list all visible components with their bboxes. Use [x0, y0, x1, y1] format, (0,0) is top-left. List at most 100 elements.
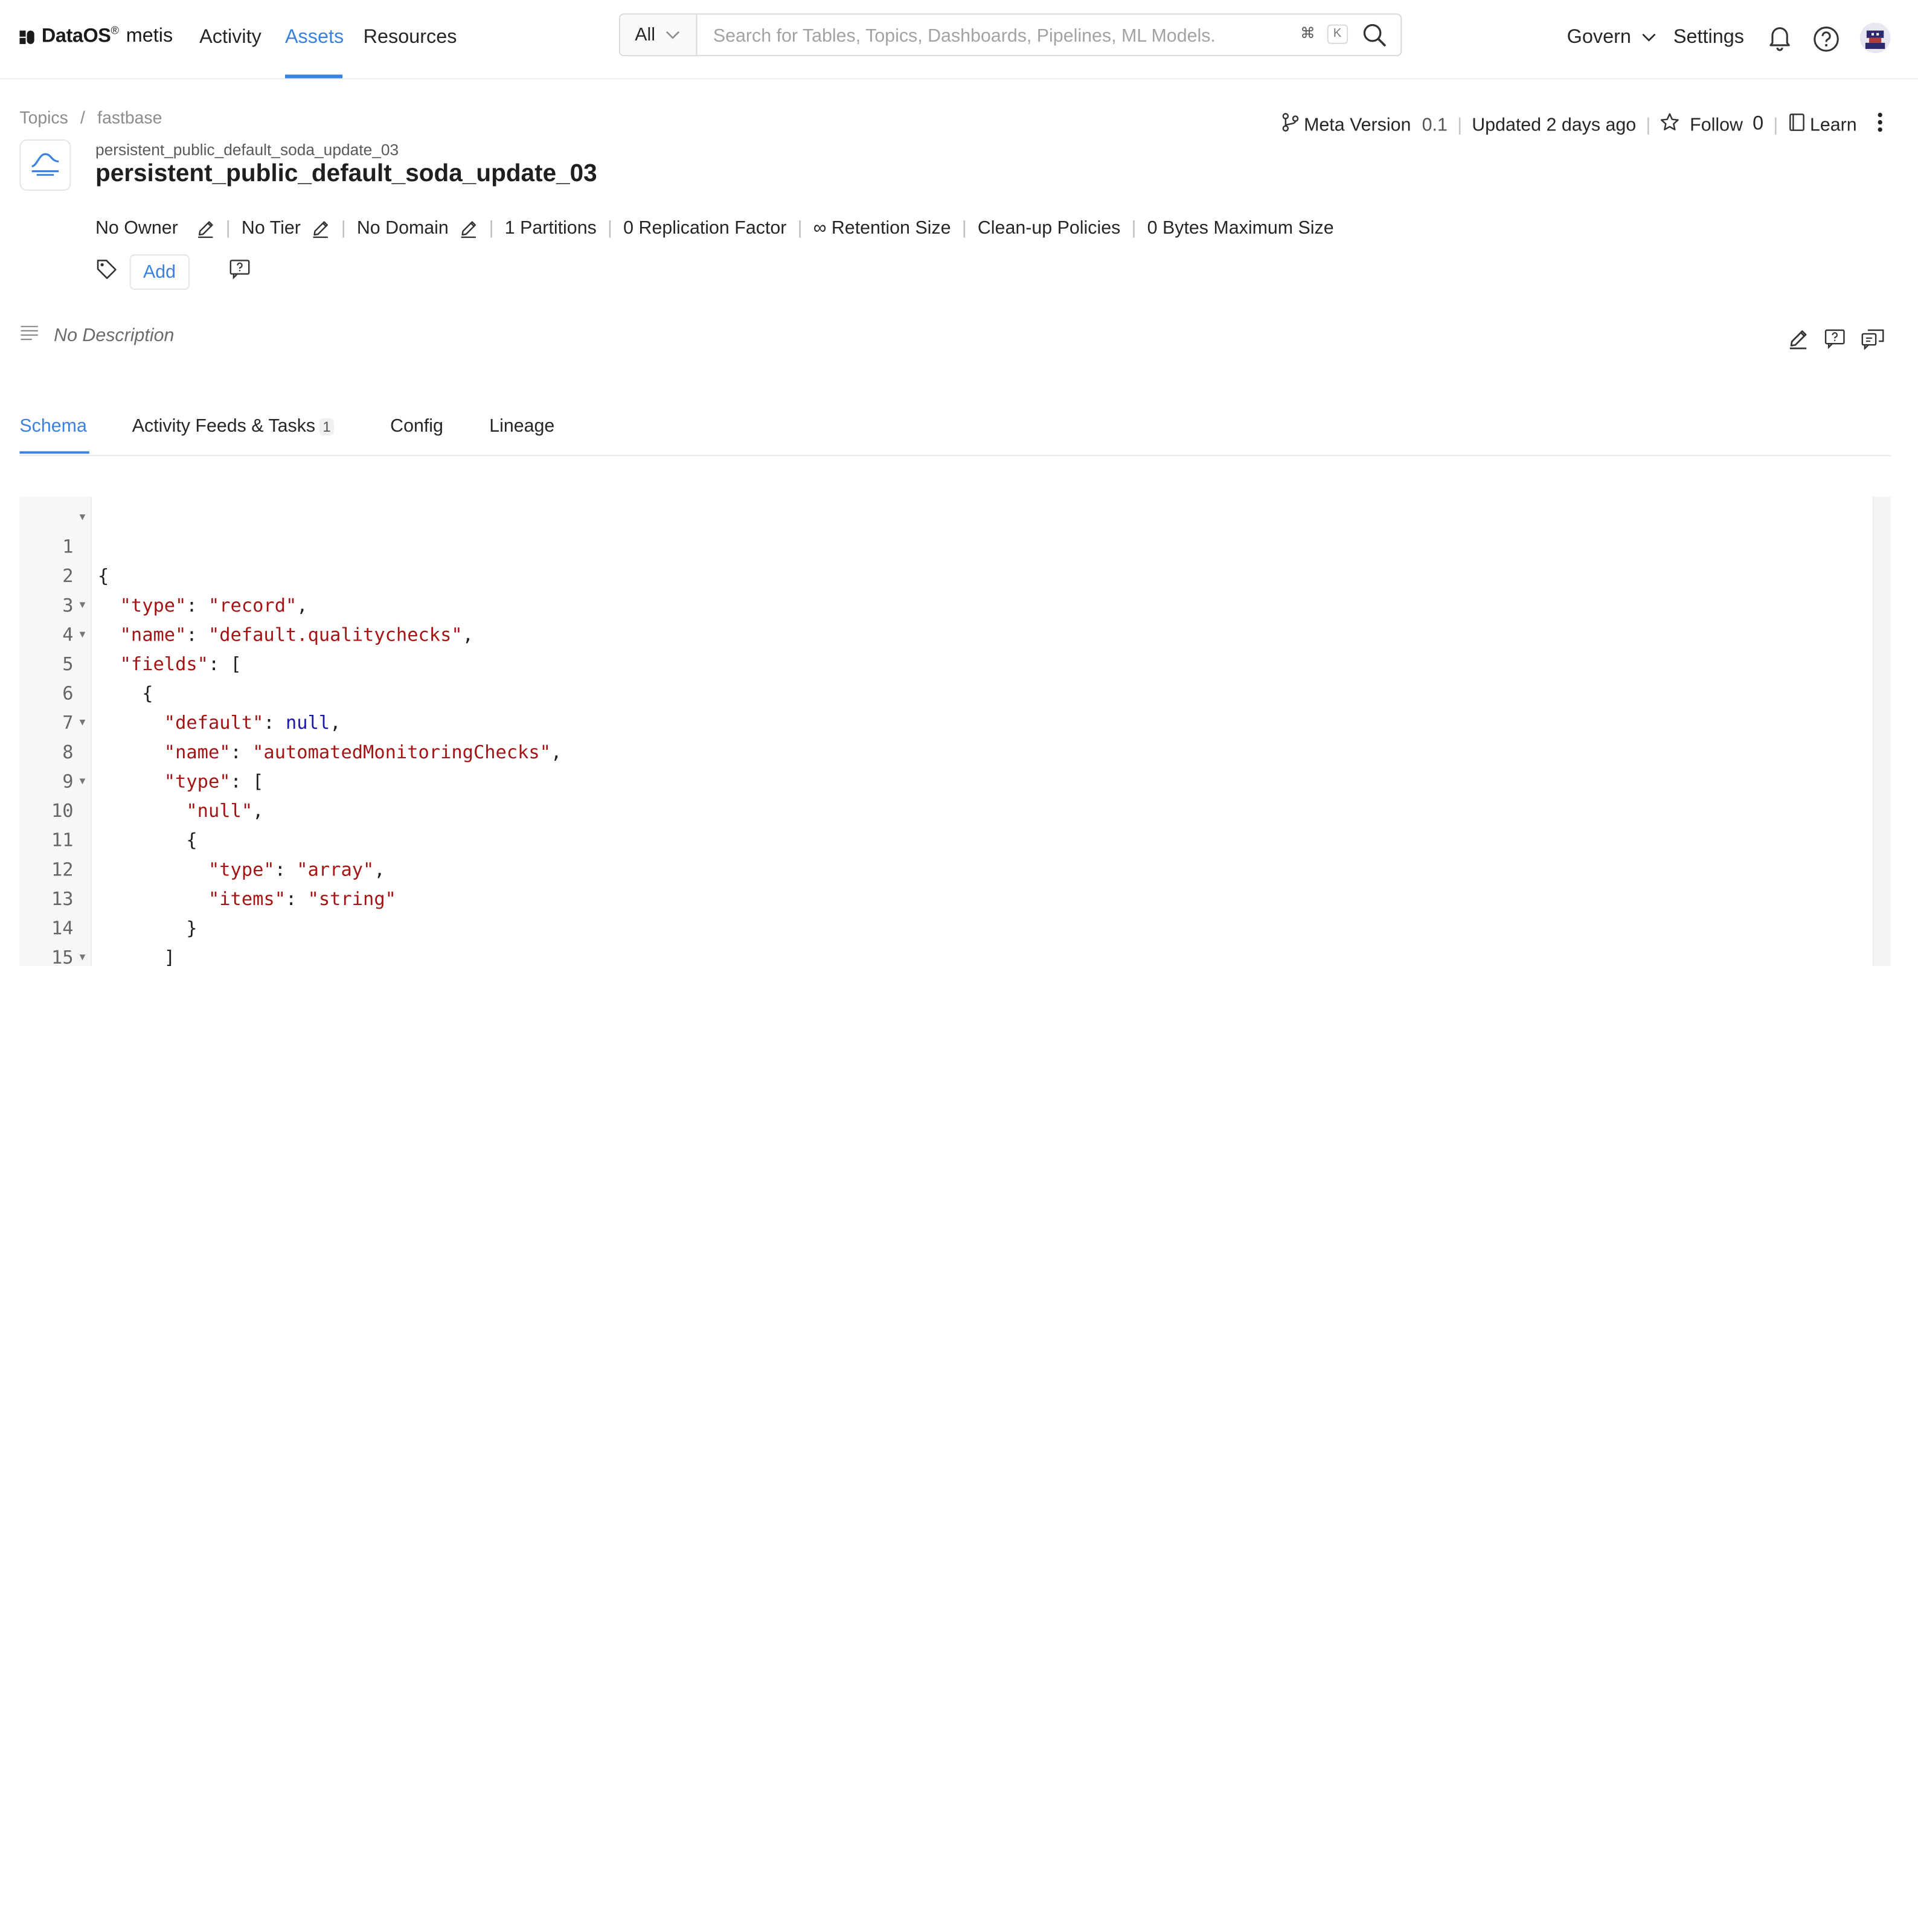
partitions-value: 1 Partitions: [504, 217, 597, 238]
version-button[interactable]: Meta Version 0.1: [1282, 112, 1448, 137]
search-input[interactable]: [698, 14, 1303, 58]
fold-toggle-icon[interactable]: ▼: [80, 708, 86, 738]
learn-button[interactable]: Learn: [1788, 112, 1857, 137]
divider: |: [341, 217, 346, 238]
topic-icon: [19, 139, 71, 191]
code-line: 1 ▼ {: [19, 502, 109, 587]
domain-value: No Domain: [356, 217, 449, 238]
nav-activity[interactable]: Activity: [199, 27, 261, 49]
shortcut-key: K: [1327, 24, 1348, 44]
code-text: "null",: [186, 799, 264, 822]
search-filter-value: All: [635, 24, 656, 45]
owner-value: No Owner: [95, 217, 178, 238]
add-tag-button[interactable]: Add: [129, 254, 190, 290]
request-tag-icon[interactable]: [228, 258, 250, 286]
tab-lineage[interactable]: Lineage: [489, 416, 554, 437]
tab-schema[interactable]: Schema: [19, 416, 86, 437]
code-text: "fields": [: [120, 653, 242, 676]
brand-name: DataOS®: [41, 24, 119, 47]
follow-label: Follow: [1690, 114, 1743, 135]
avatar[interactable]: [1859, 22, 1891, 60]
max-size-value: 0 Bytes Maximum Size: [1147, 217, 1334, 238]
edit-description-icon[interactable]: [1787, 328, 1809, 356]
tab-config[interactable]: Config: [390, 416, 443, 437]
replication-value: 0 Replication Factor: [623, 217, 787, 238]
description-row: No Description: [19, 324, 174, 346]
fold-toggle-icon[interactable]: ▼: [80, 767, 86, 796]
editor-scrollbar[interactable]: [1873, 496, 1891, 967]
top-navigation: DataOS® metis Activity Assets Resources …: [0, 0, 1918, 80]
shortcut-cmd: ⌘: [1300, 24, 1315, 42]
version-label: Meta Version: [1304, 114, 1411, 135]
help-icon[interactable]: [1813, 26, 1840, 59]
chevron-down-icon: [1641, 27, 1656, 48]
search-icon[interactable]: [1361, 22, 1388, 49]
entity-properties: No Owner | No Tier | No Domain | 1 Parti…: [95, 218, 1334, 238]
divider: |: [797, 217, 803, 238]
dataos-logo-icon: [19, 28, 36, 45]
brand-sub: metis: [126, 25, 173, 46]
code-line: 14 ]: [19, 884, 175, 966]
page-title: persistent_public_default_soda_update_03: [95, 160, 597, 187]
nav-govern-label: Govern: [1567, 27, 1631, 48]
edit-owner-icon[interactable]: [195, 219, 214, 238]
tier-value: No Tier: [241, 217, 301, 238]
divider: |: [1457, 114, 1463, 135]
fold-toggle-icon[interactable]: ▼: [80, 590, 86, 620]
global-search: All ⌘ K: [618, 13, 1402, 58]
learn-label: Learn: [1809, 114, 1857, 135]
cleanup-value: Clean-up Policies: [977, 217, 1121, 238]
fold-toggle-icon[interactable]: ▼: [80, 943, 86, 966]
code-line: 11 "type": "array",: [19, 796, 385, 880]
edit-domain-icon[interactable]: [458, 219, 478, 238]
code-line: 12 "items": "string": [19, 825, 396, 910]
entity-tabs: Schema Activity Feeds & Tasks 1 Config Li…: [19, 416, 1891, 456]
divider: |: [961, 217, 967, 238]
nav-resources[interactable]: Resources: [364, 27, 457, 49]
follow-count: 0: [1753, 114, 1764, 135]
nav-settings[interactable]: Settings: [1673, 27, 1744, 49]
code-text: "items": "string": [208, 888, 396, 910]
code-text: }: [186, 917, 197, 939]
breadcrumb-fastbase[interactable]: fastbase: [97, 107, 162, 127]
code-line: 7 "name": "automatedMonitoringChecks",: [19, 679, 562, 763]
code-line: 4 ▼ "fields": [: [19, 590, 242, 675]
code-text: {: [186, 829, 197, 851]
code-text: "type": [: [164, 770, 264, 793]
description-text: No Description: [54, 324, 175, 346]
code-text: {: [98, 565, 109, 587]
tags-row: Add: [95, 254, 251, 290]
request-description-icon[interactable]: [1824, 328, 1846, 356]
conversation-icon[interactable]: [1861, 328, 1885, 356]
nav-assets[interactable]: Assets: [285, 27, 344, 49]
retention-value: ∞ Retention Size: [813, 217, 951, 238]
divider: |: [1131, 217, 1137, 238]
activity-count-badge: 1: [319, 418, 335, 436]
breadcrumb-topics[interactable]: Topics: [19, 107, 68, 127]
updated-text: Updated 2 days ago: [1472, 114, 1637, 135]
nav-govern[interactable]: Govern: [1567, 27, 1657, 49]
code-text: "type": "record",: [120, 594, 308, 616]
more-options-icon[interactable]: [1876, 111, 1884, 138]
code-text: "default": null,: [164, 711, 341, 734]
fold-toggle-icon[interactable]: ▼: [80, 502, 86, 532]
breadcrumb: Topics / fastbase: [19, 107, 162, 127]
brand-logo[interactable]: DataOS® metis: [19, 25, 173, 48]
star-icon: [1661, 112, 1680, 137]
follow-button[interactable]: Follow 0: [1661, 112, 1764, 137]
tab-activity-feeds[interactable]: Activity Feeds & Tasks 1: [132, 416, 335, 437]
code-line: 5 ▼ {: [19, 620, 153, 705]
edit-tier-icon[interactable]: [310, 219, 330, 238]
bell-icon[interactable]: [1768, 25, 1792, 58]
code-line: 3 "name": "default.qualitychecks",: [19, 561, 473, 645]
chevron-down-icon: [665, 25, 679, 45]
divider: |: [225, 217, 231, 238]
code-text: ]: [164, 946, 176, 967]
divider: |: [1773, 114, 1778, 135]
divider: |: [1646, 114, 1651, 135]
search-filter-select[interactable]: All: [620, 14, 698, 56]
version-value: 0.1: [1422, 114, 1448, 135]
code-text: {: [142, 682, 153, 705]
schema-code-editor[interactable]: 1 ▼ { 2 "type": "record", 3 "name": "defa…: [19, 496, 1891, 967]
fold-toggle-icon[interactable]: ▼: [80, 620, 86, 650]
